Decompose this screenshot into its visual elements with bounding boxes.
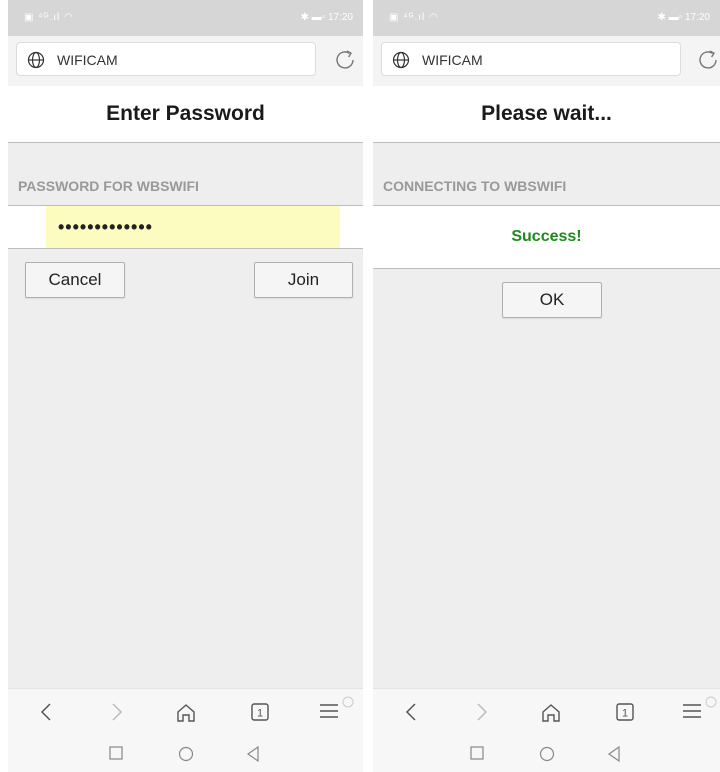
status-right: ✱ ▬▫ 17:20 <box>657 12 710 23</box>
page-content: Enter Password PASSWORD FOR WBSWIFI Canc… <box>8 86 363 688</box>
browser-toolbar: 1 <box>8 688 363 737</box>
cancel-button[interactable]: Cancel <box>25 262 125 298</box>
tabs-icon[interactable]: 1 <box>249 701 271 728</box>
page-content: Please wait... CONNECTING TO WBSWIFI Suc… <box>373 86 720 688</box>
status-bar: ▣ ⁴ᴳ.ıl ◠ ✱ ▬▫ 17:20 <box>373 0 720 36</box>
menu-icon[interactable] <box>318 693 358 728</box>
section-label: CONNECTING TO WBSWIFI <box>373 167 720 206</box>
recents-icon[interactable] <box>108 745 124 766</box>
left-phone-screen: ▣ ⁴ᴳ.ıl ◠ ✱ ▬▫ 17:20 WIFICAM Enter Passw… <box>8 0 363 772</box>
tab-count: 1 <box>257 708 263 720</box>
ok-button[interactable]: OK <box>502 282 602 318</box>
status-bar: ▣ ⁴ᴳ.ıl ◠ ✱ ▬▫ 17:20 <box>8 0 363 36</box>
recents-icon[interactable] <box>469 745 485 766</box>
back-icon[interactable] <box>36 701 56 728</box>
page-title: Please wait... <box>373 86 720 143</box>
globe-icon <box>27 51 45 74</box>
address-bar: WIFICAM <box>373 36 720 86</box>
reload-icon[interactable] <box>696 48 720 77</box>
signal-wifi-icons: ▣ ⁴ᴳ.ıl ◠ <box>389 12 439 23</box>
home-icon[interactable] <box>174 701 198 730</box>
tabs-icon[interactable]: 1 <box>614 701 636 728</box>
join-button[interactable]: Join <box>254 262 353 298</box>
url-text: WIFICAM <box>422 52 483 68</box>
url-field[interactable]: WIFICAM <box>381 42 681 76</box>
success-message: Success! <box>373 206 720 269</box>
home-icon[interactable] <box>539 701 563 730</box>
back-triangle-icon[interactable] <box>245 745 261 768</box>
browser-toolbar: 1 <box>373 688 720 737</box>
tab-count: 1 <box>622 708 628 720</box>
status-right: ✱ ▬▫ 17:20 <box>300 12 353 23</box>
reload-icon[interactable] <box>333 48 357 77</box>
forward-icon[interactable] <box>472 701 492 728</box>
globe-icon <box>392 51 410 74</box>
password-row <box>8 206 363 249</box>
section-label: PASSWORD FOR WBSWIFI <box>8 167 363 206</box>
signal-wifi-icons: ▣ ⁴ᴳ.ıl ◠ <box>24 12 74 23</box>
forward-icon[interactable] <box>107 701 127 728</box>
home-circle-icon[interactable] <box>177 745 195 768</box>
system-nav-bar <box>373 736 720 772</box>
page-title: Enter Password <box>8 86 363 143</box>
url-field[interactable]: WIFICAM <box>16 42 316 76</box>
address-bar: WIFICAM <box>8 36 363 86</box>
home-circle-icon[interactable] <box>538 745 556 768</box>
back-icon[interactable] <box>401 701 421 728</box>
system-nav-bar <box>8 736 363 772</box>
menu-icon[interactable] <box>681 693 719 728</box>
right-phone-screen: ▣ ⁴ᴳ.ıl ◠ ✱ ▬▫ 17:20 WIFICAM Please wait… <box>373 0 720 772</box>
status-time: 17:20 <box>684 12 710 23</box>
password-input[interactable] <box>46 206 340 248</box>
status-time: 17:20 <box>327 12 353 23</box>
url-text: WIFICAM <box>57 52 118 68</box>
back-triangle-icon[interactable] <box>606 745 622 768</box>
